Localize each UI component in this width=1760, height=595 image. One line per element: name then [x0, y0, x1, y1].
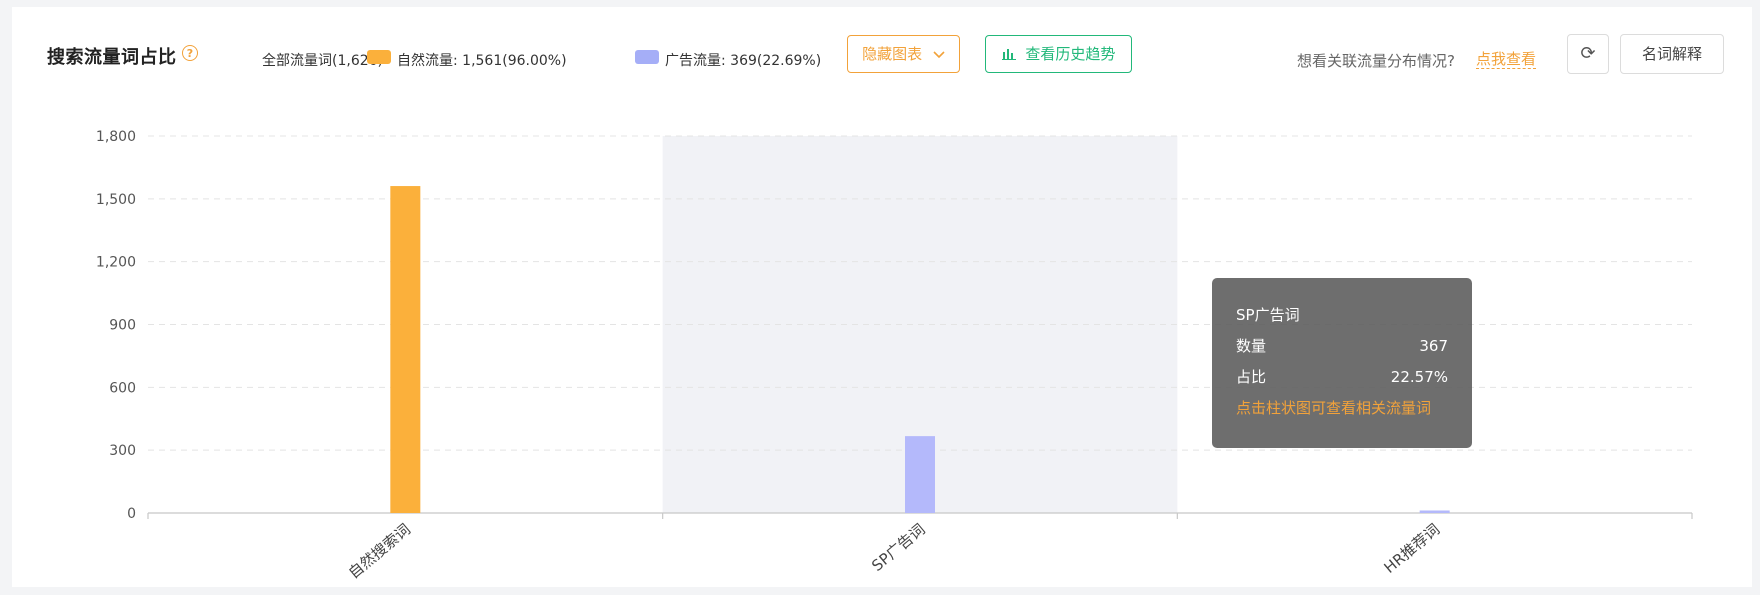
bar-chart: 0 300 600 900 1,200 1,500 1,800 自然搜索词 SP广告词 HR推荐词 — [96, 129, 1693, 582]
tooltip-note: 点击柱状图可查看相关流量词 — [1236, 399, 1432, 417]
tooltip-count-row: 数量 367 — [1236, 335, 1448, 366]
y-tick-label: 900 — [109, 318, 136, 334]
y-tick-label: 1,200 — [96, 255, 136, 271]
y-tick-label: 600 — [109, 380, 136, 396]
tooltip-count-value: 367 — [1419, 337, 1448, 355]
tooltip-ratio-row: 占比 22.57% — [1236, 366, 1448, 397]
x-tick-label: 自然搜索词 — [345, 520, 414, 582]
x-tick-label: SP广告词 — [868, 520, 928, 575]
bar — [1419, 510, 1450, 513]
tooltip-ratio-value: 22.57% — [1390, 368, 1448, 386]
tooltip-count-label: 数量 — [1236, 337, 1267, 355]
y-tick-label: 1,500 — [96, 192, 136, 208]
bar — [390, 186, 421, 513]
y-tick-label: 300 — [109, 443, 136, 459]
y-tick-label: 0 — [127, 506, 136, 522]
chart-tooltip: SP广告词 数量 367 占比 22.57% 点击柱状图可查看相关流量词 — [1212, 278, 1472, 448]
bar — [905, 436, 935, 513]
tooltip-ratio-label: 占比 — [1236, 368, 1267, 386]
y-tick-label: 1,800 — [96, 129, 136, 145]
traffic-card: 搜索流量词占比 ? 全部流量词(1,626) 自然流量: 1,561(96.00… — [12, 7, 1752, 587]
x-tick-label: HR推荐词 — [1381, 520, 1444, 577]
tooltip-title: SP广告词 — [1236, 306, 1300, 324]
